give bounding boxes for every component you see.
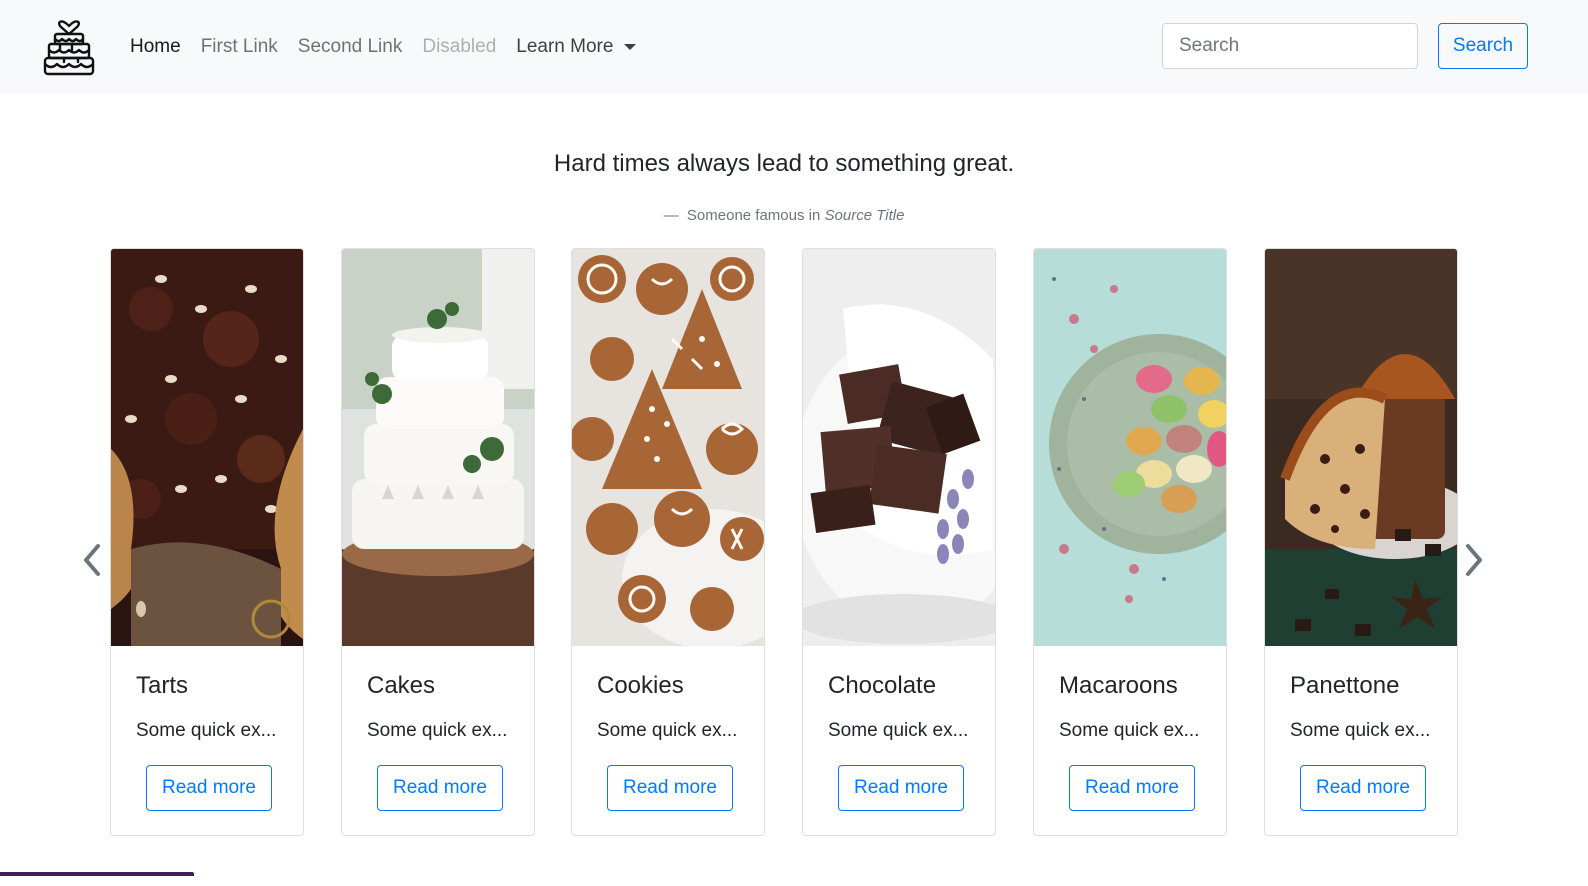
nav-dropdown-learn-more[interactable]: Learn More <box>516 35 637 58</box>
quote-source: Source Title <box>824 207 905 224</box>
chevron-right-icon <box>1466 544 1482 576</box>
nav-link-disabled: Disabled <box>422 35 497 57</box>
nav-link-second[interactable]: Second Link <box>298 36 403 58</box>
read-more-button[interactable]: Read more <box>1300 765 1426 811</box>
card-text: Some quick ex... <box>1059 720 1200 741</box>
card-title: Cakes <box>367 672 436 699</box>
card-panettone: Panettone Some quick ex... Read more <box>1264 248 1458 836</box>
brand-logo[interactable] <box>42 14 96 78</box>
bottom-progress-bar <box>0 872 194 876</box>
quote-text: Hard times always lead to something grea… <box>553 150 1015 177</box>
card-title: Macaroons <box>1059 672 1178 699</box>
quote-dash: — <box>663 207 679 224</box>
quote-author: Someone famous in <box>686 207 821 224</box>
nav-link-home[interactable]: Home <box>130 36 181 58</box>
card-title: Panettone <box>1290 672 1400 699</box>
search-button[interactable]: Search <box>1438 23 1528 69</box>
macaroons-photo <box>1034 249 1226 646</box>
cake-photo <box>342 249 534 646</box>
card-tarts: Tarts Some quick ex... Read more <box>110 248 304 836</box>
card-title: Chocolate <box>828 672 937 699</box>
panettone-photo <box>1265 249 1457 646</box>
quote-footer: — Someone famous in Source Title <box>0 207 1568 224</box>
card-text: Some quick ex... <box>1290 720 1431 741</box>
card-text: Some quick ex... <box>136 720 277 741</box>
read-more-button[interactable]: Read more <box>1069 765 1195 811</box>
read-more-button[interactable]: Read more <box>607 765 733 811</box>
read-more-button[interactable]: Read more <box>146 765 272 811</box>
card-cakes: Cakes Some quick ex... Read more <box>341 248 535 836</box>
cookies-photo <box>572 249 764 646</box>
caret-down-icon <box>624 43 637 50</box>
nav-link-first[interactable]: First Link <box>201 36 278 58</box>
navbar: Home First Link Second Link Disabled Lea… <box>0 0 1588 93</box>
chevron-left-icon <box>84 544 100 576</box>
card-macaroons: Macaroons Some quick ex... Read more <box>1033 248 1227 836</box>
nav-links: Home First Link Second Link Disabled Lea… <box>130 0 656 93</box>
read-more-button[interactable]: Read more <box>377 765 503 811</box>
card-title: Tarts <box>136 672 189 699</box>
card-text: Some quick ex... <box>828 720 969 741</box>
cake-icon <box>43 20 95 76</box>
nav-dropdown-label: Learn More <box>516 35 614 57</box>
chocolate-photo <box>803 249 995 646</box>
tart-photo <box>111 249 303 646</box>
carousel-prev-button[interactable] <box>76 540 106 580</box>
search-input[interactable] <box>1162 23 1418 69</box>
card-title: Cookies <box>597 672 684 699</box>
card-chocolate: Chocolate Some quick ex... Read more <box>802 248 996 836</box>
read-more-button[interactable]: Read more <box>838 765 964 811</box>
card-text: Some quick ex... <box>597 720 738 741</box>
card-cookies: Cookies Some quick ex... Read more <box>571 248 765 836</box>
carousel-next-button[interactable] <box>1460 540 1490 580</box>
card-text: Some quick ex... <box>367 720 508 741</box>
